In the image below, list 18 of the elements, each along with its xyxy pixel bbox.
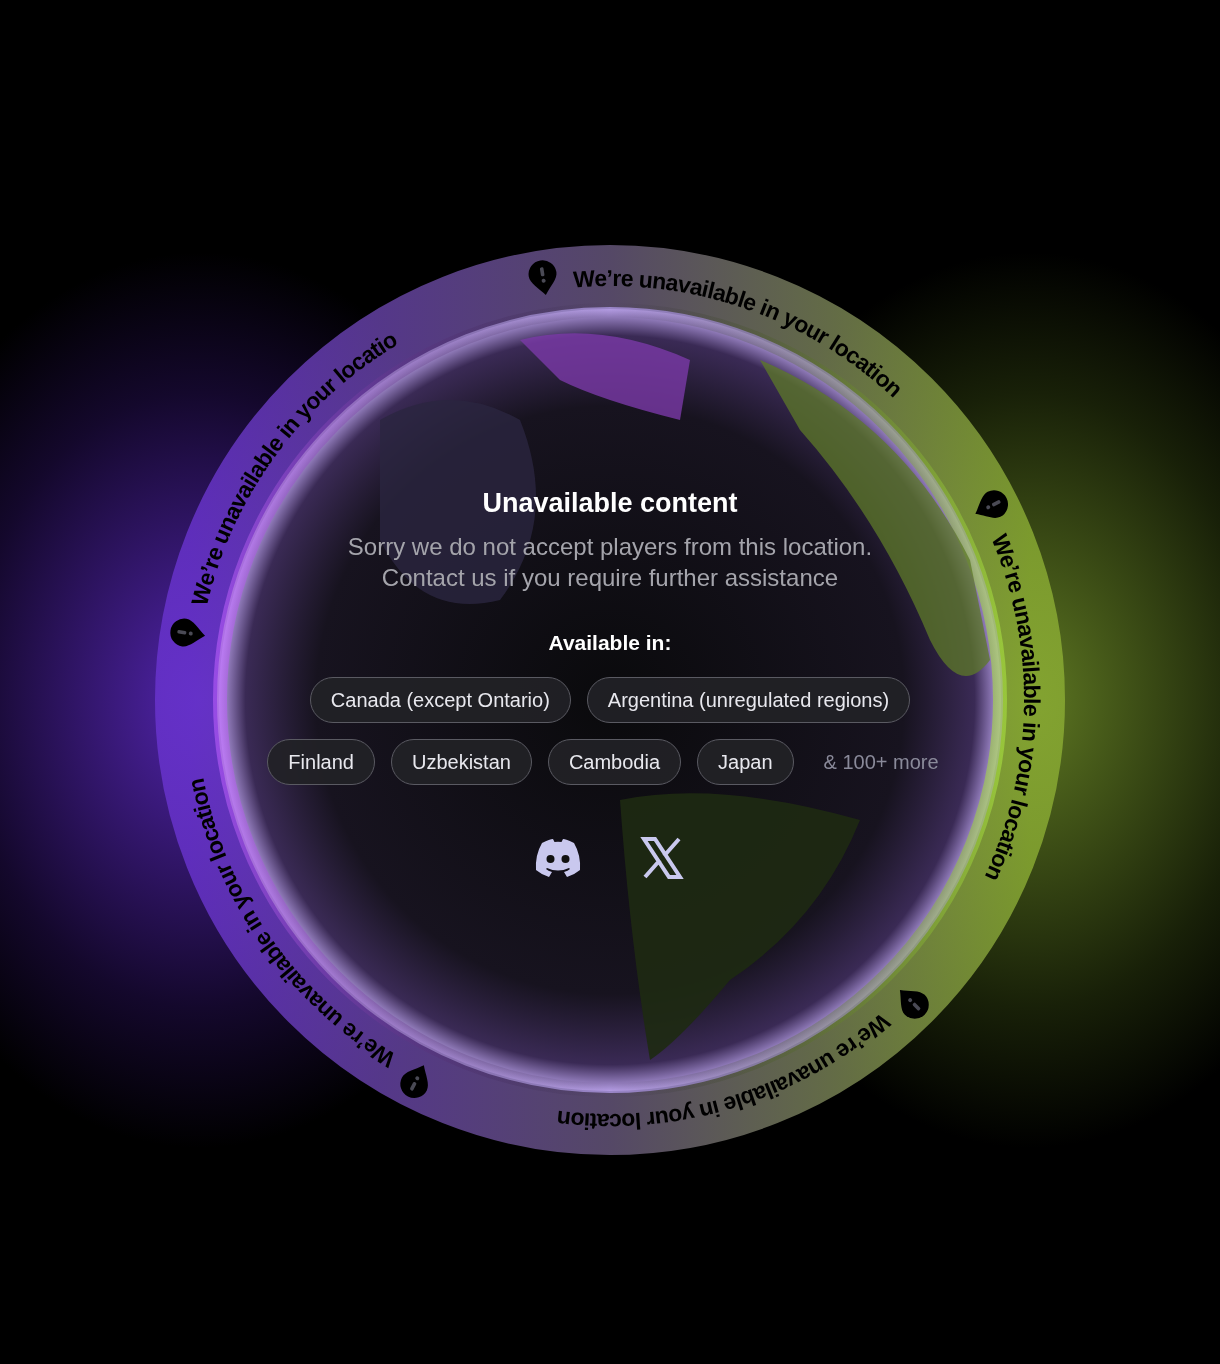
- alert-pin-icon: [899, 989, 929, 1019]
- alert-pin-icon: [528, 260, 557, 296]
- region-chip: Uzbekistan: [390, 739, 532, 785]
- message-text: Sorry we do not accept players from this location.: [347, 532, 873, 562]
- alert-pin-icon: [975, 490, 1008, 518]
- message-text: Contact us if you require further assistance: [380, 563, 840, 593]
- available-in-label: Available in:: [548, 631, 672, 655]
- more-regions-text: & 100+ more: [822, 750, 940, 774]
- dialog-title: Unavailable content: [482, 488, 738, 519]
- region-chip: Japan: [697, 739, 794, 785]
- region-chip: Cambodia: [547, 739, 682, 785]
- discord-icon[interactable]: [534, 837, 582, 879]
- region-chip: Finland: [267, 739, 375, 785]
- x-logo-icon[interactable]: [638, 837, 686, 879]
- region-chip: Canada (except Ontario): [309, 677, 571, 723]
- alert-pin-icon: [170, 618, 206, 647]
- region-chip: Argentina (unregulated regions): [586, 677, 911, 723]
- alert-pin-icon: [400, 1065, 428, 1098]
